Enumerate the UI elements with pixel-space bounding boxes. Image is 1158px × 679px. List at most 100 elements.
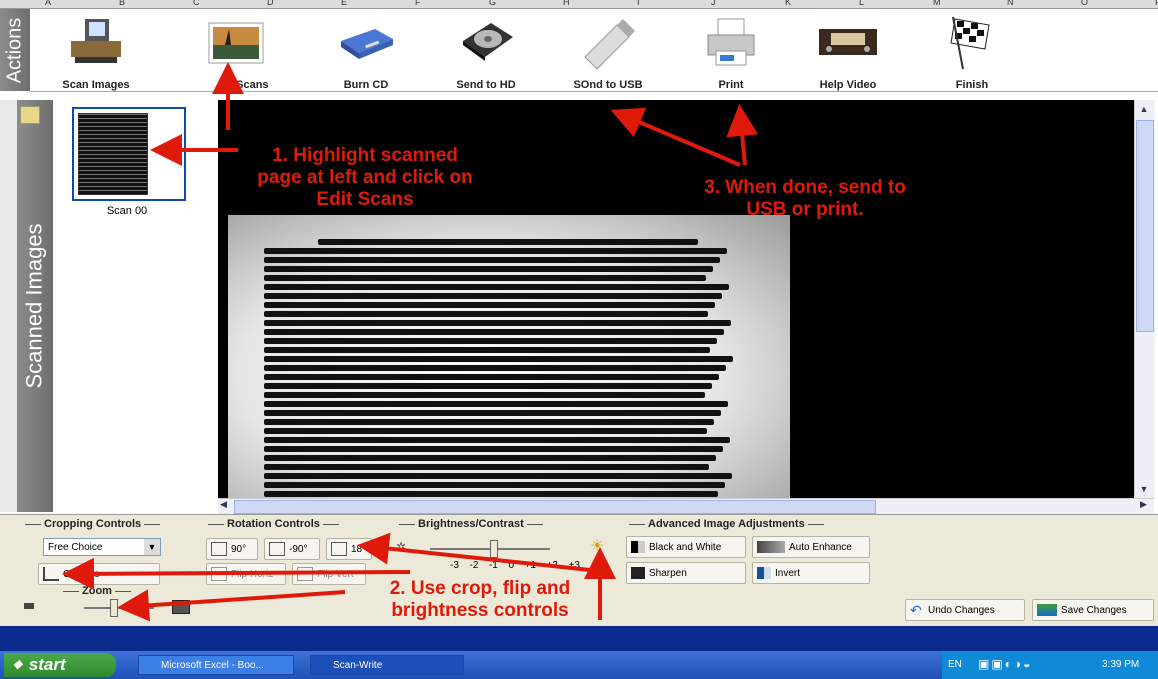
- flip-horizontal-icon: [211, 567, 227, 581]
- invert-button[interactable]: Invert: [752, 562, 870, 584]
- rotate-right-icon: [211, 542, 227, 556]
- help-video-button[interactable]: Help Video: [802, 11, 894, 91]
- actions-tab-label: Actions: [3, 17, 26, 83]
- zoom-out-icon[interactable]: [24, 603, 34, 609]
- left-gutter: [0, 100, 17, 512]
- scanned-text-line: [264, 266, 713, 272]
- brightness-tick: -3: [450, 560, 459, 571]
- column-letter: A: [45, 0, 52, 7]
- crop-ratio-select[interactable]: Free Choice ▼: [43, 538, 161, 556]
- scan-images-button[interactable]: Scan Images: [50, 11, 142, 91]
- rotate-180-button[interactable]: 18: [326, 538, 372, 560]
- tray-icons[interactable]: ▣▣◐◑◒: [978, 657, 1032, 671]
- help-video-label: Help Video: [819, 79, 877, 91]
- crop-selection-button[interactable]: Crop Se: [38, 563, 160, 585]
- burn-cd-button[interactable]: Burn CD: [320, 11, 412, 91]
- photo-icon: [208, 22, 264, 64]
- flip-horizontal-button[interactable]: Flip Horiz: [206, 563, 286, 585]
- scanned-text-line: [264, 383, 712, 389]
- column-letter: B: [119, 0, 126, 7]
- taskbar-item-excel[interactable]: Microsoft Excel - Boo...: [138, 655, 294, 675]
- flip-horizontal-label: Flip Horiz: [231, 568, 274, 580]
- language-indicator[interactable]: EN: [948, 659, 962, 670]
- scanned-text-line: [264, 338, 717, 344]
- dim-sun-icon: ✲: [396, 540, 407, 554]
- taskbar-item-excel-label: Microsoft Excel - Boo...: [161, 659, 264, 671]
- scan-thumbnail[interactable]: [78, 113, 148, 195]
- scanned-text-line: [264, 374, 719, 380]
- send-to-hd-label: Send to HD: [456, 79, 516, 91]
- scanner-icon: [71, 19, 121, 63]
- column-letter: K: [785, 0, 792, 7]
- column-letter: I: [637, 0, 640, 7]
- send-to-hd-button[interactable]: Send to HD: [440, 11, 532, 91]
- auto-enhance-button[interactable]: Auto Enhance: [752, 536, 870, 558]
- brightness-tick: -1: [488, 560, 498, 571]
- undo-changes-label: Undo Changes: [928, 604, 995, 616]
- zoom-in-icon[interactable]: [172, 600, 190, 614]
- scroll-up-arrow-icon[interactable]: ▲: [1136, 104, 1152, 118]
- finish-button[interactable]: Finish: [926, 11, 1018, 91]
- taskbar-item-scan-write-label: Scan-Write: [333, 659, 383, 671]
- actions-tab[interactable]: Actions: [0, 9, 30, 91]
- bright-sun-icon: ☀: [590, 538, 605, 555]
- scanned-text-line: [264, 437, 730, 443]
- folder-icon[interactable]: [20, 106, 40, 124]
- scan-thumbnail-label: Scan 00: [106, 205, 148, 217]
- auto-enhance-label: Auto Enhance: [789, 541, 852, 553]
- finish-label: Finish: [955, 79, 989, 91]
- brightness-slider-knob[interactable]: [490, 540, 498, 558]
- start-button[interactable]: ❖ start: [4, 653, 116, 677]
- annotation-step-2: 2. Use crop, flip and brightness control…: [389, 578, 571, 621]
- annotation-step-3: 3. When done, send to USB or print.: [704, 177, 906, 220]
- sharpen-button[interactable]: Sharpen: [626, 562, 746, 584]
- scanned-images-tab[interactable]: Scanned Images: [17, 100, 53, 512]
- auto-enhance-icon: [757, 541, 785, 553]
- undo-changes-button[interactable]: ↶ Undo Changes: [905, 599, 1025, 621]
- printer-icon: [707, 18, 755, 66]
- send-to-usb-button[interactable]: SOnd to USB: [562, 11, 654, 91]
- cropping-controls-title: Cropping Controls: [22, 518, 163, 530]
- black-white-icon: [631, 541, 645, 553]
- rotate-90-button[interactable]: 90°: [206, 538, 258, 560]
- column-letter: L: [859, 0, 865, 7]
- column-letter: N: [1007, 0, 1014, 7]
- crop-selection-label: Crop Se: [63, 568, 100, 580]
- brightness-tick: +2: [546, 560, 558, 571]
- scanned-text-line: [264, 284, 729, 290]
- print-button[interactable]: Print: [685, 11, 777, 91]
- scanned-text-line: [264, 302, 715, 308]
- brightness-tick: +3: [568, 560, 580, 571]
- save-changes-button[interactable]: Save Changes: [1032, 599, 1154, 621]
- scroll-left-arrow-icon[interactable]: ◀: [220, 499, 232, 513]
- scanned-text-line: [318, 239, 698, 245]
- zoom-title: Zoom: [60, 585, 134, 597]
- advanced-adjustments-title: Advanced Image Adjustments: [626, 518, 827, 530]
- column-letter: G: [489, 0, 497, 7]
- horizontal-scroll-thumb[interactable]: [234, 500, 876, 514]
- taskbar-item-scan-write[interactable]: Scan-Write: [310, 655, 464, 675]
- scanned-page-image[interactable]: [228, 215, 790, 506]
- zoom-slider-track[interactable]: [84, 607, 154, 609]
- scroll-right-arrow-icon[interactable]: ▶: [1140, 499, 1152, 513]
- rotate-180-label: 18: [351, 543, 363, 555]
- videotape-icon: [819, 29, 877, 55]
- scanned-text-line: [264, 473, 732, 479]
- rotate-minus-90-button[interactable]: -90°: [264, 538, 320, 560]
- edit-scans-button[interactable]: t Scans: [190, 11, 282, 91]
- spreadsheet-column-header: ABCDEFGHIJKLMNOP: [0, 0, 1158, 9]
- annotation-step-1: 1. Highlight scanned page at left and cl…: [257, 145, 473, 210]
- invert-icon: [757, 567, 771, 579]
- scanned-text-line: [264, 293, 722, 299]
- scanned-text-line: [264, 410, 721, 416]
- zoom-slider-knob[interactable]: [110, 599, 118, 617]
- column-letter: C: [193, 0, 200, 7]
- rotate-left-icon: [269, 542, 285, 556]
- vertical-scroll-thumb[interactable]: [1136, 120, 1154, 332]
- undo-icon: ↶: [910, 602, 922, 618]
- column-letter: M: [933, 0, 941, 7]
- scroll-down-arrow-icon[interactable]: ▼: [1136, 484, 1152, 498]
- cd-drive-icon: [341, 29, 393, 59]
- crop-icon: [43, 567, 59, 581]
- black-and-white-button[interactable]: Black and White: [626, 536, 746, 558]
